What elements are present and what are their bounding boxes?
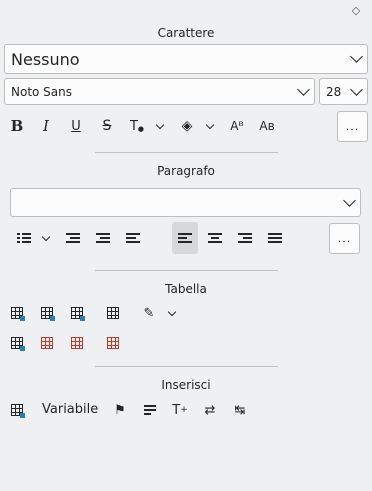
decrease-indent-icon[interactable] — [92, 227, 114, 249]
insert-rows-above-icon[interactable] — [6, 302, 28, 324]
paragraph-more-button[interactable]: ... — [329, 223, 360, 254]
section-title-insert: Inserisci — [161, 378, 211, 392]
separator — [95, 270, 278, 271]
chevron-down-icon[interactable] — [155, 122, 165, 132]
chevron-down-icon — [350, 50, 363, 63]
chevron-down-icon — [343, 193, 356, 207]
align-left-icon[interactable] — [172, 222, 198, 254]
insert-field-icon[interactable]: ⇄ — [199, 399, 221, 421]
cell-background-color-icon[interactable]: ✎ — [138, 302, 160, 324]
superscript-icon[interactable]: Aᴮ — [226, 115, 248, 137]
separator — [95, 366, 278, 367]
chevron-down-icon — [297, 82, 310, 96]
highlight-color-icon[interactable]: ◈ — [176, 115, 198, 137]
text-color-icon[interactable]: T ● — [126, 115, 148, 137]
align-justify-icon[interactable] — [264, 227, 286, 249]
italic-icon[interactable]: I — [35, 115, 57, 137]
insert-rows-below-icon[interactable] — [6, 332, 28, 354]
insert-page-break-icon[interactable] — [139, 399, 161, 421]
chevron-down-icon[interactable] — [205, 122, 215, 132]
section-title-paragraph: Paragrafo — [157, 164, 215, 178]
section-title-character: Carattere — [157, 26, 215, 40]
insert-text-frame-icon[interactable]: T + — [169, 399, 191, 421]
font-name-combo[interactable]: Noto Sans — [4, 78, 315, 105]
bold-icon[interactable]: B — [6, 115, 28, 137]
outline-demote-icon[interactable] — [62, 227, 84, 249]
text-color-glyph: T — [129, 118, 138, 134]
character-more-button[interactable]: ... — [337, 111, 368, 142]
increase-indent-icon[interactable] — [122, 227, 144, 249]
chevron-down-icon[interactable] — [41, 234, 51, 244]
font-size-value: 28 — [326, 84, 342, 99]
paragraph-style-combo[interactable]: Nessuno — [4, 44, 368, 74]
insert-variable-button[interactable]: Variabile — [42, 402, 98, 417]
insert-columns-after-icon[interactable] — [66, 302, 88, 324]
bookmark-flag-icon[interactable]: ⚑ — [109, 399, 131, 421]
font-name-value: Noto Sans — [11, 84, 73, 99]
delete-columns-icon[interactable] — [66, 332, 88, 354]
insert-columns-before-icon[interactable] — [36, 302, 58, 324]
paragraph-style-value: Nessuno — [11, 49, 80, 69]
pin-icon[interactable]: ◇ — [350, 5, 362, 17]
insert-cross-reference-icon[interactable]: ↹ — [229, 399, 251, 421]
paragraph-list-style-combo[interactable] — [10, 188, 361, 217]
chevron-down-icon — [350, 82, 363, 96]
underline-icon[interactable]: U — [65, 115, 87, 137]
font-size-combo[interactable]: 28 — [319, 78, 368, 105]
align-right-icon[interactable] — [234, 227, 256, 249]
section-title-table: Tabella — [165, 282, 207, 296]
subscript-icon[interactable]: Aʙ — [256, 115, 278, 137]
sidebar-properties-panel: ◇ Carattere Nessuno Noto Sans 28 B I U S… — [0, 0, 372, 491]
select-table-icon[interactable] — [102, 302, 124, 324]
strikethrough-icon[interactable]: S — [96, 115, 118, 137]
chevron-down-icon[interactable] — [167, 309, 177, 319]
align-center-icon[interactable] — [204, 227, 226, 249]
insert-table-icon[interactable] — [6, 399, 28, 421]
separator — [95, 152, 278, 153]
delete-table-icon[interactable] — [102, 332, 124, 354]
delete-rows-icon[interactable] — [36, 332, 58, 354]
list-bullets-icon[interactable] — [13, 227, 35, 249]
